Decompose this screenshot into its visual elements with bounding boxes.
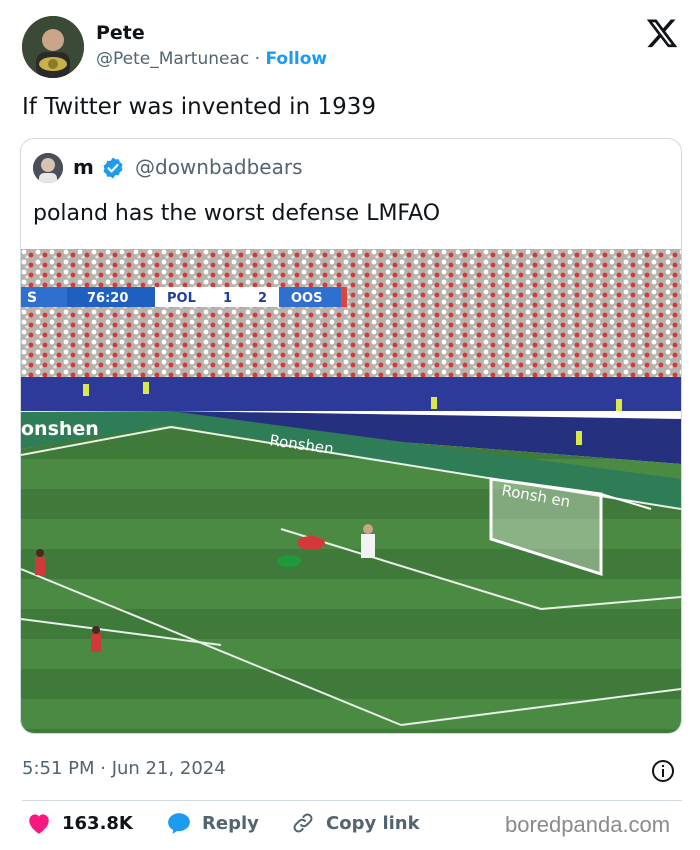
info-icon[interactable] xyxy=(651,759,675,783)
copy-link-label: Copy link xyxy=(326,812,420,834)
scoreboard-time: 76:20 xyxy=(87,291,128,306)
scoreboard: S 76:20 POL 1 2 OOS xyxy=(21,287,347,307)
board-text-1: onshen xyxy=(21,418,99,440)
author-avatar[interactable] xyxy=(22,16,84,78)
reply-label: Reply xyxy=(202,812,259,834)
tweet-timestamp[interactable]: 5:51 PM · Jun 21, 2024 xyxy=(22,758,226,779)
footer-divider xyxy=(22,800,682,801)
author-name[interactable]: Pete xyxy=(96,22,145,44)
quoted-tweet-card[interactable]: m @downbadbears poland has the worst def… xyxy=(20,138,682,734)
reply-bubble-icon xyxy=(168,813,190,834)
follow-button[interactable]: Follow xyxy=(265,49,327,69)
x-logo-icon[interactable] xyxy=(645,16,679,50)
copy-link-button[interactable]: Copy link xyxy=(290,810,420,836)
like-count: 163.8K xyxy=(62,812,133,834)
scoreboard-away: OOS xyxy=(291,291,322,306)
scoreboard-home-score: 1 xyxy=(223,291,232,306)
author-handle[interactable]: @Pete_Martuneac xyxy=(96,49,249,69)
like-button[interactable]: 163.8K xyxy=(26,810,133,836)
heart-icon xyxy=(29,814,49,834)
scoreboard-left-team: S xyxy=(27,290,37,306)
reply-button[interactable]: Reply xyxy=(166,810,259,836)
avatar-image xyxy=(22,16,84,78)
scoreboard-away-score: 2 xyxy=(258,291,267,306)
quoted-author-name[interactable]: m xyxy=(73,155,94,179)
quoted-author-avatar[interactable] xyxy=(33,153,63,183)
football-match-photo: S 76:20 POL 1 2 OOS onshen Ronshen Ronsh… xyxy=(21,249,681,733)
link-icon xyxy=(293,813,313,833)
verified-badge-icon xyxy=(103,157,123,179)
quoted-tweet-text: poland has the worst defense LMFAO xyxy=(33,201,441,226)
scoreboard-home: POL xyxy=(167,291,196,306)
author-handle-row: @Pete_Martuneac · Follow xyxy=(96,49,327,69)
quoted-author-handle[interactable]: @downbadbears xyxy=(135,155,303,179)
quoted-media-image[interactable]: S 76:20 POL 1 2 OOS onshen Ronshen Ronsh… xyxy=(21,249,681,733)
quoted-avatar-image xyxy=(33,153,63,183)
tweet-text: If Twitter was invented in 1939 xyxy=(22,94,376,120)
handle-separator: · xyxy=(254,49,261,69)
watermark: boredpanda.com xyxy=(505,812,671,837)
